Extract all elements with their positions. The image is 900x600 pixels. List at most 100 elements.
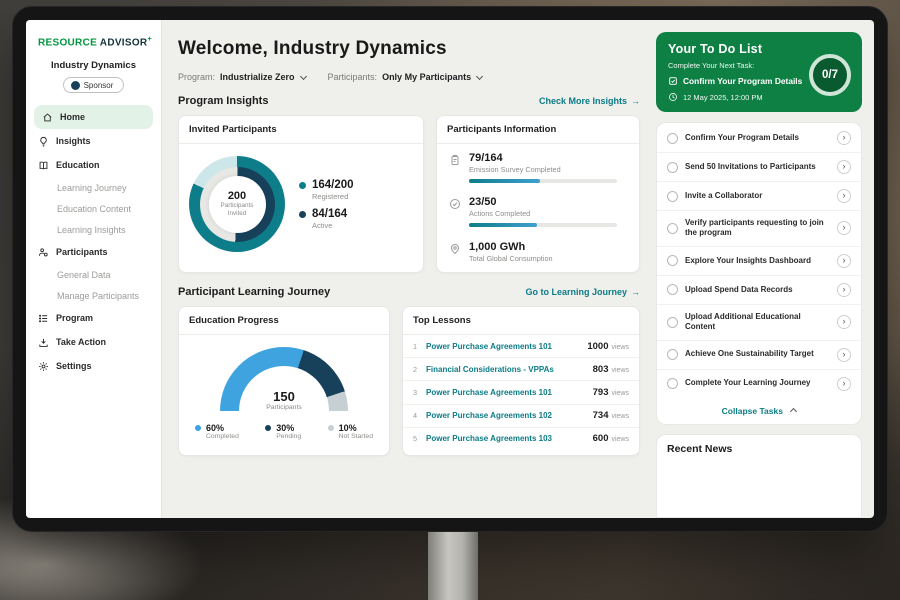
task-checkbox[interactable]: [667, 317, 678, 328]
participants-value: Only My Participants: [382, 72, 471, 82]
sponsor-badge-label: Sponsor: [84, 81, 114, 90]
lesson-link[interactable]: Power Purchase Agreements 102: [426, 411, 593, 420]
task-row-send-invitations[interactable]: Send 50 Invitations to Participants ›: [657, 153, 861, 182]
chevron-right-icon[interactable]: ›: [837, 348, 851, 362]
sidebar-item-learning-insights[interactable]: Learning Insights: [26, 219, 161, 240]
invited-donut-inner: 200 Participants Invited: [200, 167, 275, 242]
sidebar-item-learning-journey[interactable]: Learning Journey: [26, 177, 161, 198]
sidebar-item-take-action[interactable]: Take Action: [26, 330, 161, 354]
gauge-center: 150 Participants: [220, 389, 348, 411]
sponsor-badge: Sponsor: [63, 77, 125, 93]
legend-dot: [299, 211, 306, 218]
task-checkbox[interactable]: [667, 378, 678, 389]
task-checkbox[interactable]: [667, 191, 678, 202]
chevron-right-icon[interactable]: ›: [837, 315, 851, 329]
lesson-row: 2 Financial Considerations - VPPAs 803vi…: [403, 358, 639, 381]
recent-news-title: Recent News: [657, 435, 861, 463]
check-circle-icon: [449, 198, 461, 210]
check-more-insights-link[interactable]: Check More Insights →: [539, 96, 640, 106]
sidebar-item-insights[interactable]: Insights: [26, 129, 161, 153]
lesson-link[interactable]: Power Purchase Agreements 103: [426, 434, 593, 443]
card-title: Participants Information: [437, 116, 639, 144]
sidebar: RESOURCE ADVISOR+ Industry Dynamics Spon…: [26, 20, 162, 518]
sidebar-item-settings[interactable]: Settings: [26, 354, 161, 378]
chevron-right-icon[interactable]: ›: [837, 377, 851, 391]
legend-completed: 60% Completed: [195, 423, 239, 440]
app-logo: RESOURCE ADVISOR+: [26, 30, 161, 48]
sidebar-item-label: Home: [60, 112, 85, 122]
task-checkbox[interactable]: [667, 349, 678, 360]
clock-icon: [668, 92, 678, 102]
sidebar-item-label: Take Action: [56, 337, 106, 347]
legend-not-started: 10% Not Started: [328, 423, 373, 440]
sidebar-item-label: Manage Participants: [57, 291, 139, 301]
todo-summary-card: Your To Do List Complete Your Next Task:…: [656, 32, 862, 112]
lesson-link[interactable]: Financial Considerations - VPPAs: [426, 365, 593, 374]
task-checkbox[interactable]: [667, 162, 678, 173]
todo-progress-ring: 0/7: [809, 54, 851, 96]
people-gear-icon: [38, 247, 49, 258]
logo-primary: RESOURCE: [38, 37, 97, 48]
section-title: Program Insights: [178, 95, 268, 107]
sidebar-item-home[interactable]: Home: [34, 105, 153, 129]
task-checkbox[interactable]: [667, 223, 678, 234]
logo-plus: +: [147, 36, 151, 43]
lesson-row: 3 Power Purchase Agreements 101 793views: [403, 381, 639, 404]
dashboard-screen: RESOURCE ADVISOR+ Industry Dynamics Spon…: [26, 20, 874, 518]
chevron-down-icon: [299, 72, 306, 79]
sidebar-item-manage-participants[interactable]: Manage Participants: [26, 285, 161, 306]
monitor-stand: [428, 532, 478, 600]
chevron-right-icon[interactable]: ›: [837, 189, 851, 203]
sidebar-item-label: Education Content: [57, 204, 131, 214]
task-checkbox[interactable]: [667, 133, 678, 144]
org-name: Industry Dynamics: [26, 60, 161, 71]
program-insights-header: Program Insights Check More Insights →: [178, 95, 640, 107]
lesson-link[interactable]: Power Purchase Agreements 101: [426, 388, 593, 397]
participants-information-card: Participants Information 79/164 Emission…: [436, 115, 640, 273]
task-checkbox[interactable]: [667, 284, 678, 295]
sidebar-item-education[interactable]: Education: [26, 153, 161, 177]
task-row-achieve-target[interactable]: Achieve One Sustainability Target ›: [657, 341, 861, 370]
learning-journey-header: Participant Learning Journey Go to Learn…: [178, 286, 640, 298]
participants-dropdown[interactable]: Participants: Only My Participants: [328, 72, 483, 82]
card-title: Top Lessons: [403, 307, 639, 335]
program-dropdown[interactable]: Program: Industrialize Zero: [178, 72, 306, 82]
top-lessons-card: Top Lessons 1 Power Purchase Agreements …: [402, 306, 640, 456]
task-row-invite-collaborator[interactable]: Invite a Collaborator ›: [657, 182, 861, 211]
sidebar-item-label: Learning Journey: [57, 183, 127, 193]
sidebar-item-label: Program: [56, 313, 93, 323]
lesson-link[interactable]: Power Purchase Agreements 101: [426, 342, 587, 351]
sidebar-item-education-content[interactable]: Education Content: [26, 198, 161, 219]
chevron-right-icon[interactable]: ›: [837, 131, 851, 145]
chevron-right-icon[interactable]: ›: [837, 221, 851, 235]
task-row-confirm-program[interactable]: Confirm Your Program Details ›: [657, 124, 861, 153]
collapse-tasks-link[interactable]: Collapse Tasks: [657, 398, 861, 422]
task-row-explore-insights[interactable]: Explore Your Insights Dashboard ›: [657, 247, 861, 276]
logo-secondary: ADVISOR: [100, 37, 148, 48]
task-checkbox[interactable]: [667, 255, 678, 266]
book-icon: [38, 160, 49, 171]
invited-total-label: Participants Invited: [214, 202, 260, 218]
task-row-complete-learning-journey[interactable]: Complete Your Learning Journey ›: [657, 370, 861, 398]
todo-next-task[interactable]: Confirm Your Program Details: [668, 76, 808, 86]
chevron-right-icon[interactable]: ›: [837, 283, 851, 297]
task-row-verify-participants[interactable]: Verify participants requesting to join t…: [657, 211, 861, 247]
go-to-learning-journey-link[interactable]: Go to Learning Journey →: [525, 287, 640, 297]
task-row-upload-educational-content[interactable]: Upload Additional Educational Content ›: [657, 305, 861, 341]
task-row-upload-spend-data[interactable]: Upload Spend Data Records ›: [657, 276, 861, 305]
chevron-right-icon[interactable]: ›: [837, 160, 851, 174]
legend-active: 84/164 Active: [299, 208, 354, 230]
participants-label: Participants:: [328, 72, 378, 82]
chevron-right-icon[interactable]: ›: [837, 254, 851, 268]
legend-pending: 30% Pending: [265, 423, 301, 440]
lightbulb-icon: [38, 136, 49, 147]
sidebar-item-label: Insights: [56, 136, 91, 146]
section-title: Participant Learning Journey: [178, 286, 330, 298]
tasks-list: Confirm Your Program Details › Send 50 I…: [656, 122, 862, 425]
sidebar-item-participants[interactable]: Participants: [26, 240, 161, 264]
arrow-right-icon: →: [631, 96, 640, 106]
education-gauge-wrap: 150 Participants: [220, 347, 348, 411]
sidebar-item-general-data[interactable]: General Data: [26, 264, 161, 285]
education-legend: 60% Completed 30% Pending: [179, 411, 389, 440]
sidebar-item-program[interactable]: Program: [26, 306, 161, 330]
